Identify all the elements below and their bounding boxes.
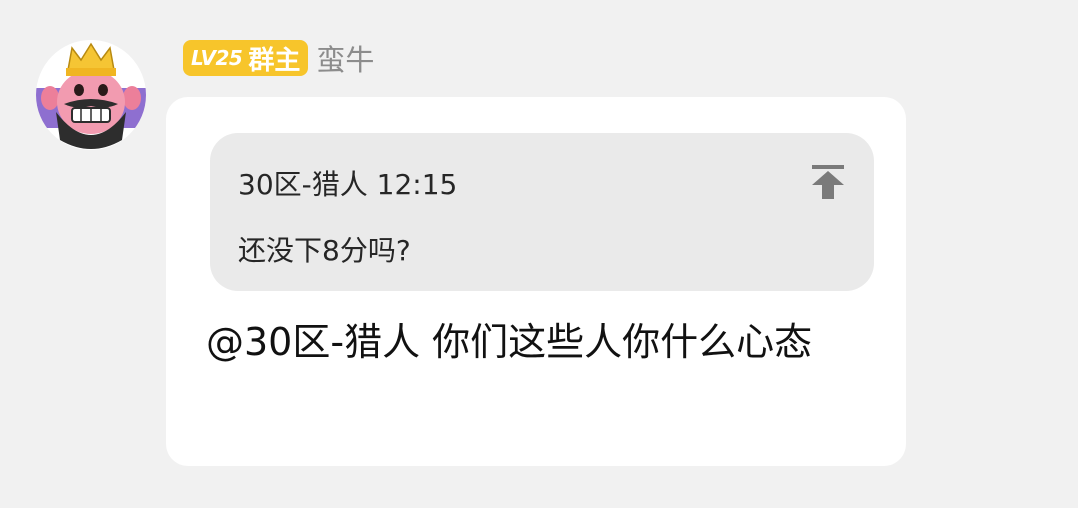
level-badge: LV25 [191, 46, 243, 70]
role-badge: 群主 [248, 45, 301, 76]
quote-text: 还没下8分吗? [238, 234, 411, 267]
quote-author-time: 30区-猎人 12:15 [238, 168, 458, 201]
chat-screen: LV25 群主 蛮牛 30区-猎人 12:15 还没下8分吗? @30区-猎人 … [0, 0, 1078, 508]
quoted-message[interactable]: 30区-猎人 12:15 还没下8分吗? [210, 133, 874, 291]
jump-to-top-icon[interactable] [810, 163, 846, 201]
sender-header: LV25 群主 蛮牛 [183, 39, 374, 77]
sender-name[interactable]: 蛮牛 [316, 37, 374, 79]
message-bubble[interactable]: 30区-猎人 12:15 还没下8分吗? @30区-猎人 你们这些人你什么心态 [166, 97, 906, 466]
message-text: @30区-猎人 你们这些人你什么心态 [206, 320, 813, 364]
king-emote-avatar-icon [36, 42, 146, 149]
member-badge: LV25 群主 [183, 40, 309, 76]
sender-avatar[interactable] [36, 40, 146, 150]
